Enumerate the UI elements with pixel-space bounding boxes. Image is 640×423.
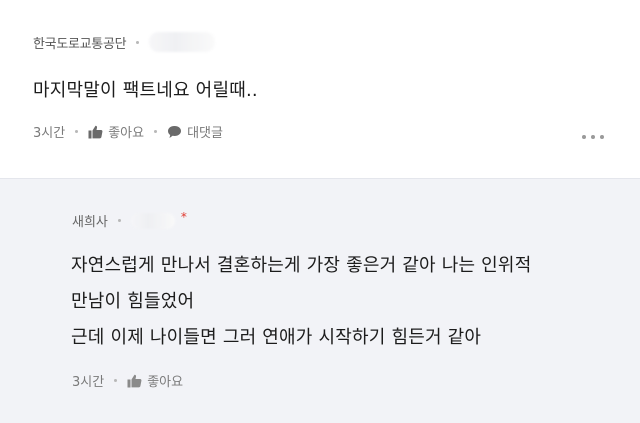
reply-line: 만남이 힘들었어 — [71, 291, 195, 312]
meta-separator — [154, 130, 158, 133]
masked-username — [149, 32, 216, 52]
more-options-button[interactable] — [582, 135, 604, 139]
reply-line: 근데 이제 나이들면 그러 연애가 시작하기 힘든거 같아 — [71, 327, 482, 348]
meta-separator — [75, 130, 79, 133]
comment-actions: 3시간 좋아요 대댓글 — [33, 122, 223, 141]
like-label: 좋아요 — [108, 126, 145, 141]
comment-meta: 한국도로교통공단 — [33, 32, 216, 52]
new-badge: * — [180, 209, 187, 224]
more-dot-icon — [582, 135, 586, 139]
like-label: 좋아요 — [147, 375, 184, 390]
reply-label: 대댓글 — [187, 126, 223, 141]
reply-author[interactable]: 새희사 — [72, 211, 108, 230]
reply-meta: 새희사 * — [72, 209, 187, 231]
comment-author[interactable]: 한국도로교통공단 — [33, 33, 127, 52]
reply-button[interactable]: 대댓글 — [167, 122, 223, 141]
thumbs-up-icon — [127, 374, 142, 387]
speech-bubble-icon — [168, 125, 182, 138]
thumbs-up-icon — [88, 125, 103, 138]
meta-separator — [136, 40, 140, 44]
meta-separator — [117, 219, 121, 222]
comment-card: 한국도로교통공단 마지막말이 팩트네요 어릴때.. 3시간 좋아요 대댓글 — [0, 0, 640, 178]
more-dot-icon — [600, 135, 604, 139]
like-button[interactable]: 좋아요 — [88, 122, 144, 141]
reply-actions: 3시간 좋아요 — [72, 371, 183, 390]
meta-separator — [114, 379, 118, 382]
reply-time: 3시간 — [72, 375, 105, 390]
reply-line: 자연스럽게 만나서 결혼하는게 가장 좋은거 같아 나는 인위적 — [71, 255, 532, 276]
masked-username — [130, 212, 175, 229]
reply-card: 새희사 * 자연스럽게 만나서 결혼하는게 가장 좋은거 같아 나는 인위적 만… — [0, 178, 640, 423]
more-dot-icon — [591, 135, 595, 139]
reply-like-button[interactable]: 좋아요 — [127, 371, 183, 390]
comment-time: 3시간 — [33, 126, 66, 141]
comment-text: 마지막말이 팩트네요 어릴때.. — [33, 80, 258, 101]
